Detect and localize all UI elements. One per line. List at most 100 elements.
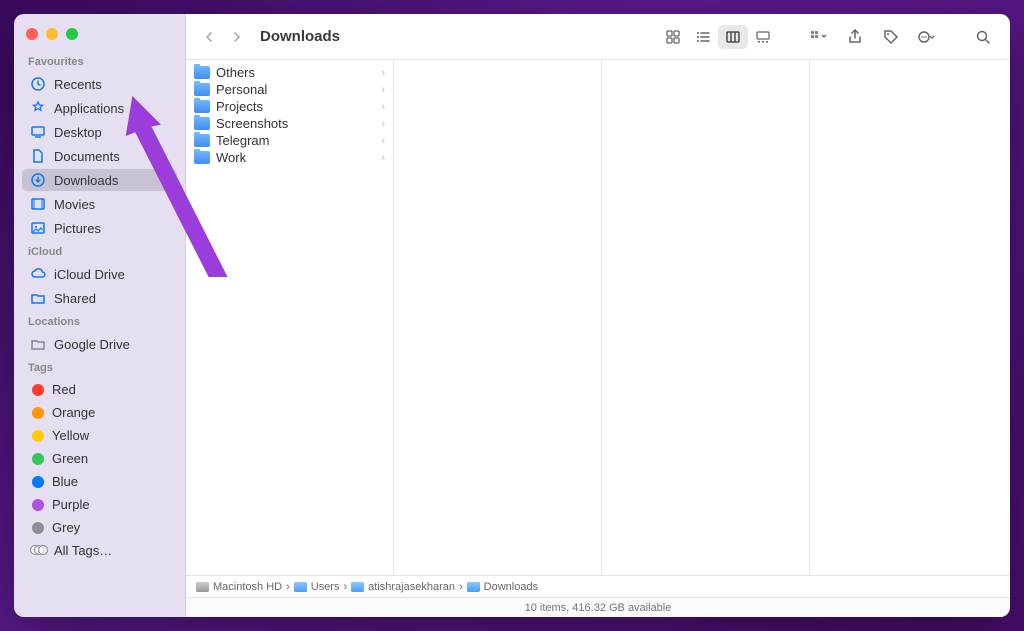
close-window-button[interactable] bbox=[26, 28, 38, 40]
sidebar-item-documents[interactable]: Documents bbox=[22, 145, 177, 167]
sidebar-item-recents[interactable]: Recents bbox=[22, 73, 177, 95]
sidebar-item-label: Purple bbox=[52, 497, 90, 512]
sidebar-tag-grey[interactable]: Grey bbox=[22, 517, 177, 538]
sidebar-item-google-drive[interactable]: Google Drive bbox=[22, 333, 177, 355]
sidebar-section-tags: Tags bbox=[14, 356, 185, 378]
sidebar-item-downloads[interactable]: Downloads bbox=[22, 169, 177, 191]
view-gallery-button[interactable] bbox=[748, 25, 778, 49]
sidebar-all-tags[interactable]: All Tags… bbox=[22, 540, 177, 561]
folder-name: Telegram bbox=[216, 133, 375, 148]
finder-window: Favourites Recents Applications Desktop … bbox=[14, 14, 1010, 617]
sidebar-tag-orange[interactable]: Orange bbox=[22, 402, 177, 423]
chevron-right-icon: › bbox=[381, 84, 385, 96]
picture-icon bbox=[30, 220, 46, 236]
cloud-icon bbox=[30, 266, 46, 282]
column-4[interactable] bbox=[810, 60, 1010, 575]
view-icon-button[interactable] bbox=[658, 25, 688, 49]
search-button[interactable] bbox=[968, 25, 998, 49]
folder-item[interactable]: Others› bbox=[186, 64, 393, 81]
doc-icon bbox=[30, 148, 46, 164]
sidebar-item-applications[interactable]: Applications bbox=[22, 97, 177, 119]
sidebar-item-movies[interactable]: Movies bbox=[22, 193, 177, 215]
sidebar-item-icloud-drive[interactable]: iCloud Drive bbox=[22, 263, 177, 285]
sidebar-item-label: Google Drive bbox=[54, 337, 130, 352]
tags-button[interactable] bbox=[876, 25, 906, 49]
view-list-button[interactable] bbox=[688, 25, 718, 49]
path-label: atishrajasekharan bbox=[368, 581, 455, 593]
sidebar-item-desktop[interactable]: Desktop bbox=[22, 121, 177, 143]
folder-icon bbox=[194, 83, 210, 96]
column-2[interactable] bbox=[394, 60, 602, 575]
folder-icon bbox=[194, 100, 210, 113]
movie-icon bbox=[30, 196, 46, 212]
sidebar-item-label: Recents bbox=[54, 77, 102, 92]
tag-dot-icon bbox=[32, 476, 44, 488]
column-1[interactable]: Others› Personal› Projects› Screenshots ›… bbox=[186, 60, 394, 575]
folder-name: Work bbox=[216, 150, 375, 165]
back-button[interactable] bbox=[198, 26, 220, 48]
action-button[interactable] bbox=[912, 25, 942, 49]
shared-icon bbox=[30, 290, 46, 306]
sidebar-item-label: Grey bbox=[52, 520, 80, 535]
path-segment[interactable]: atishrajasekharan bbox=[351, 581, 455, 593]
sidebar-item-label: Desktop bbox=[54, 125, 102, 140]
clock-icon bbox=[30, 76, 46, 92]
share-button[interactable] bbox=[840, 25, 870, 49]
tag-dot-icon bbox=[32, 499, 44, 511]
view-column-button[interactable] bbox=[718, 25, 748, 49]
sidebar-section-favourites: Favourites bbox=[14, 50, 185, 72]
sidebar-item-label: Yellow bbox=[52, 428, 89, 443]
sidebar-tag-green[interactable]: Green bbox=[22, 448, 177, 469]
folder-icon bbox=[351, 582, 364, 592]
sidebar-tag-red[interactable]: Red bbox=[22, 379, 177, 400]
group-button[interactable] bbox=[804, 25, 834, 49]
sidebar-section-icloud: iCloud bbox=[14, 240, 185, 262]
sidebar: Favourites Recents Applications Desktop … bbox=[14, 14, 186, 617]
forward-button[interactable] bbox=[226, 26, 248, 48]
all-tags-icon bbox=[30, 545, 46, 557]
folder-icon bbox=[467, 582, 480, 592]
folder-icon bbox=[194, 66, 210, 79]
sidebar-item-label: Pictures bbox=[54, 221, 101, 236]
folder-item[interactable]: Projects› bbox=[186, 98, 393, 115]
path-separator: › bbox=[459, 581, 463, 593]
drive-icon bbox=[30, 336, 46, 352]
sidebar-item-shared[interactable]: Shared bbox=[22, 287, 177, 309]
tag-dot-icon bbox=[32, 407, 44, 419]
tag-dot-icon bbox=[32, 522, 44, 534]
path-label: Users bbox=[311, 581, 340, 593]
hd-icon bbox=[196, 582, 209, 592]
folder-item[interactable]: Screenshots › bbox=[186, 115, 393, 132]
path-segment[interactable]: Macintosh HD bbox=[196, 581, 282, 593]
folder-item[interactable]: Personal› bbox=[186, 81, 393, 98]
view-mode-group bbox=[658, 25, 778, 49]
sidebar-item-label: Green bbox=[52, 451, 88, 466]
folder-icon bbox=[194, 134, 210, 147]
path-label: Downloads bbox=[484, 581, 538, 593]
path-bar: Macintosh HD› Users› atishrajasekharan› … bbox=[186, 575, 1010, 597]
folder-name: Screenshots bbox=[216, 116, 375, 131]
maximize-window-button[interactable] bbox=[66, 28, 78, 40]
column-3[interactable] bbox=[602, 60, 810, 575]
path-label: Macintosh HD bbox=[213, 581, 282, 593]
main-area: Downloads Others› Personal› Projects› Sc… bbox=[186, 14, 1010, 617]
folder-item[interactable]: Telegram› bbox=[186, 132, 393, 149]
sidebar-tag-yellow[interactable]: Yellow bbox=[22, 425, 177, 446]
sidebar-item-label: Blue bbox=[52, 474, 78, 489]
path-segment[interactable]: Users bbox=[294, 581, 340, 593]
path-segment[interactable]: Downloads bbox=[467, 581, 538, 593]
status-bar: 10 items, 416.32 GB available bbox=[186, 597, 1010, 617]
minimize-window-button[interactable] bbox=[46, 28, 58, 40]
chevron-right-icon: › bbox=[381, 118, 385, 130]
folder-icon bbox=[294, 582, 307, 592]
sidebar-item-label: iCloud Drive bbox=[54, 267, 125, 282]
sidebar-item-pictures[interactable]: Pictures bbox=[22, 217, 177, 239]
sidebar-section-locations: Locations bbox=[14, 310, 185, 332]
sidebar-item-label: Applications bbox=[54, 101, 124, 116]
folder-item[interactable]: Work› bbox=[186, 149, 393, 166]
sidebar-item-label: Red bbox=[52, 382, 76, 397]
sidebar-tag-purple[interactable]: Purple bbox=[22, 494, 177, 515]
sidebar-tag-blue[interactable]: Blue bbox=[22, 471, 177, 492]
download-icon bbox=[30, 172, 46, 188]
sidebar-item-label: Documents bbox=[54, 149, 120, 164]
